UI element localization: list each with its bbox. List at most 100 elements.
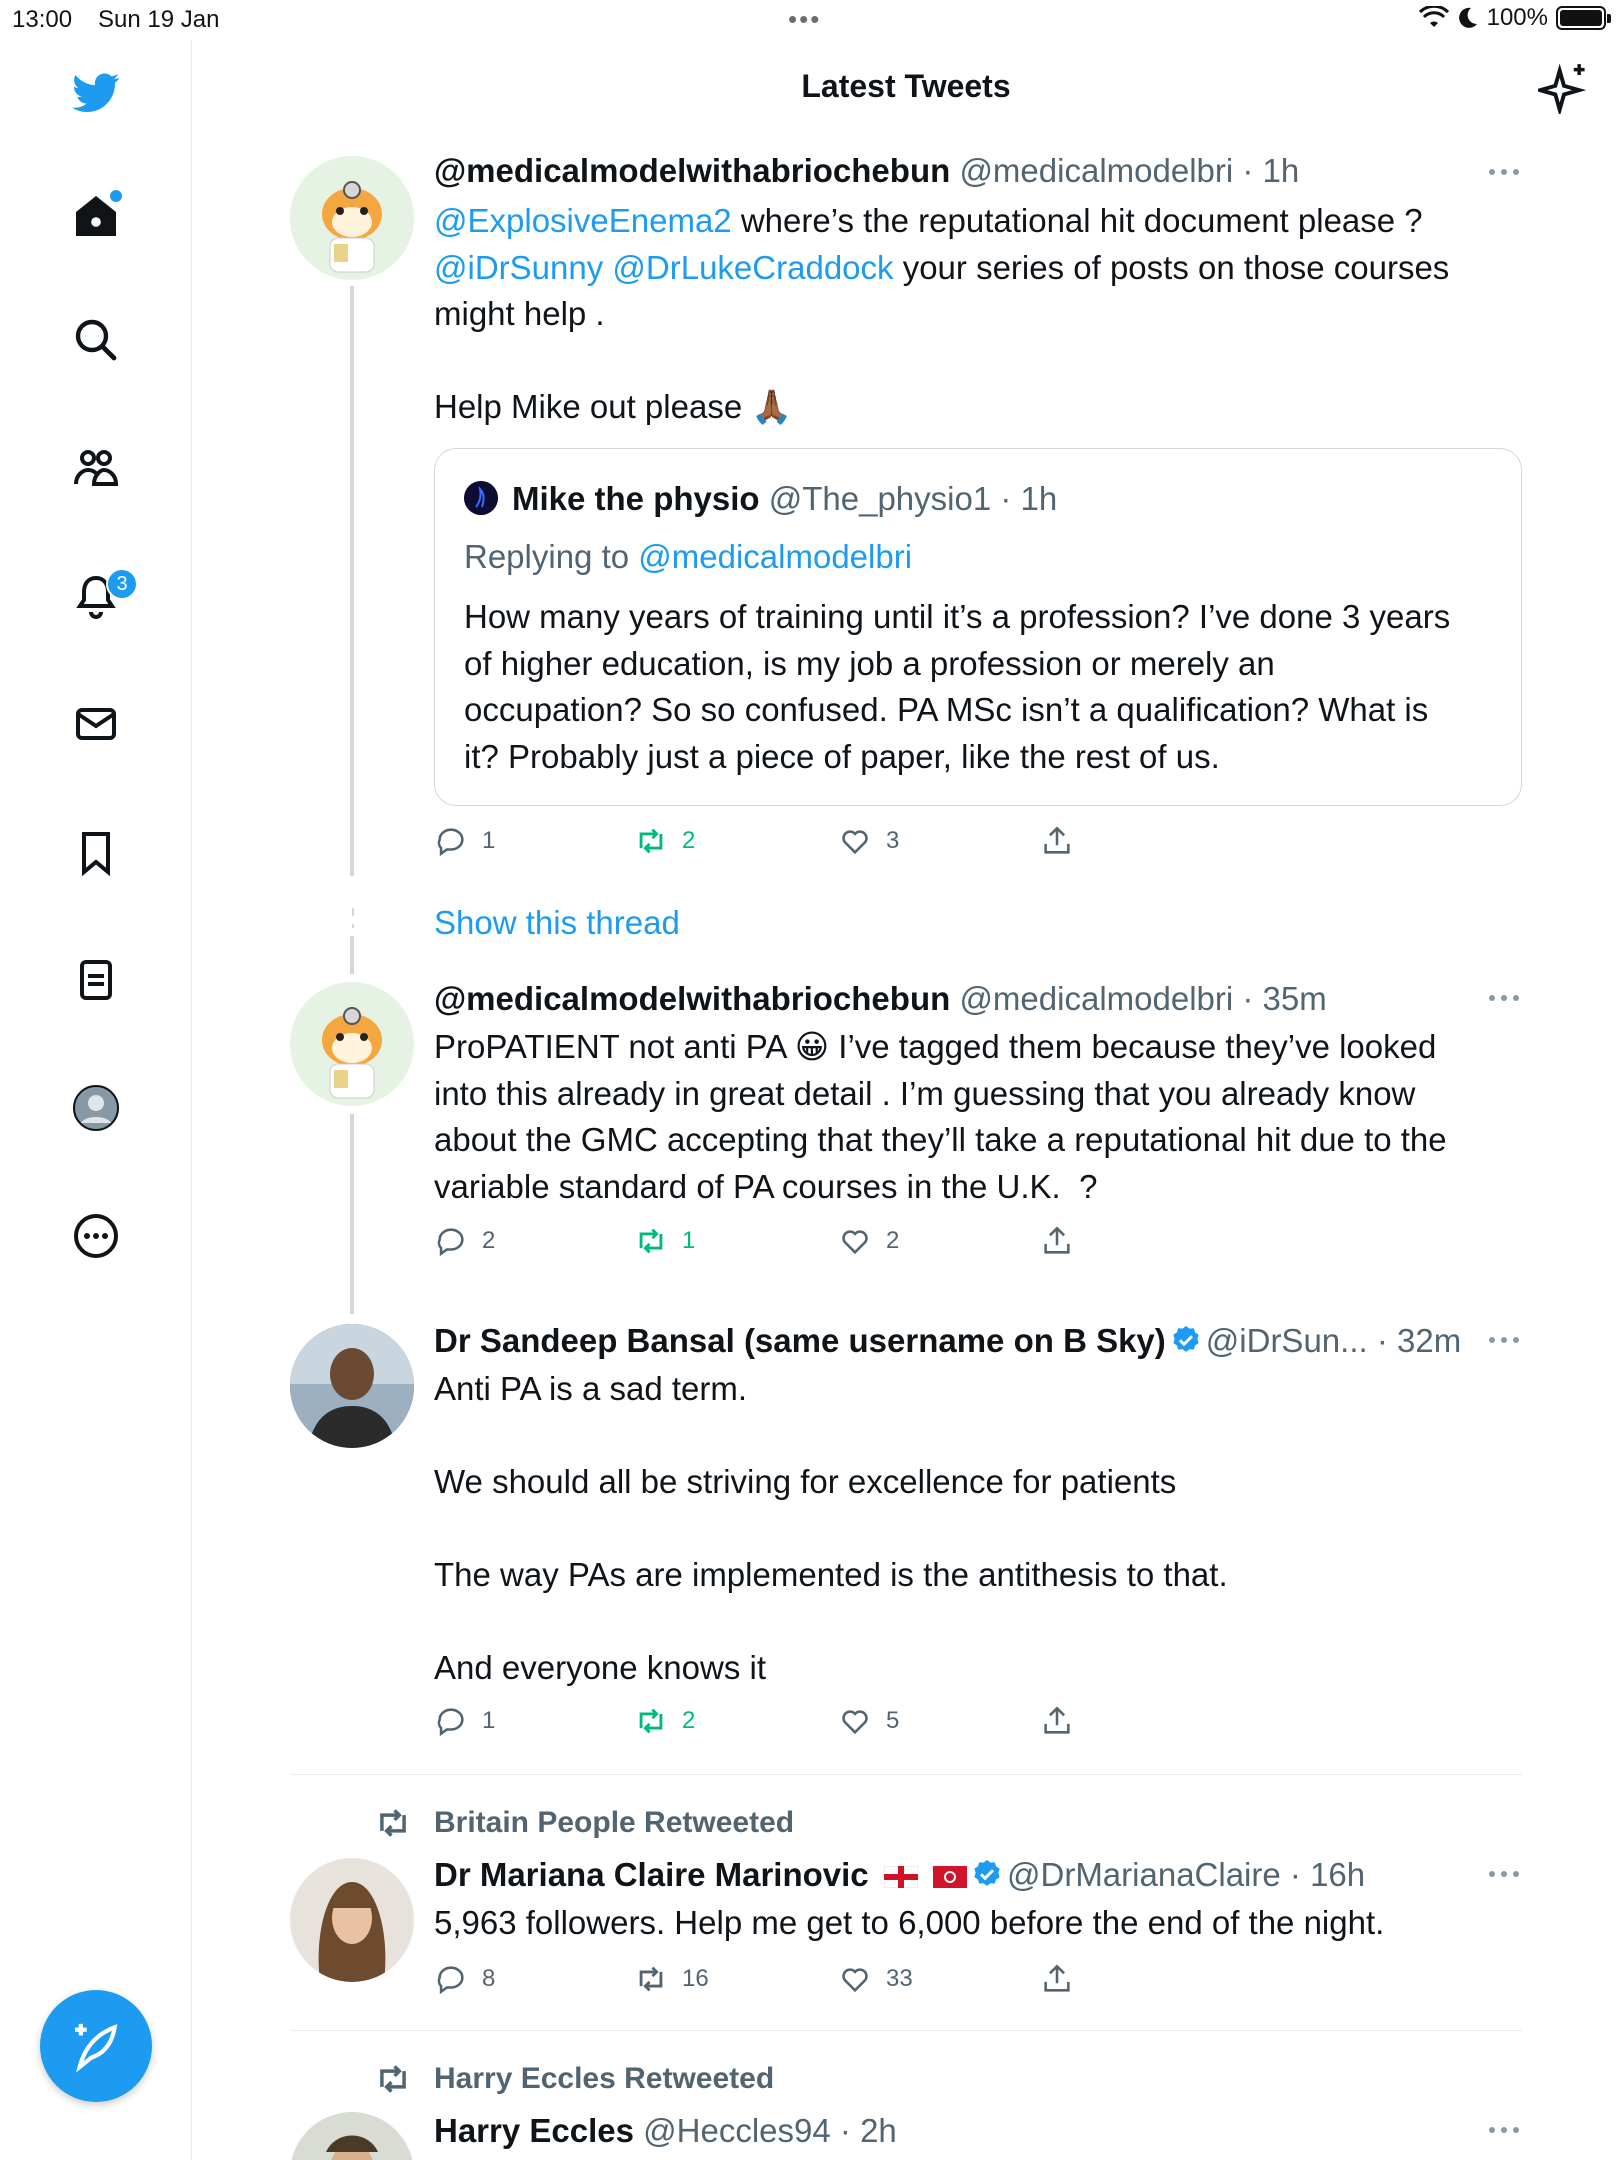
search-icon[interactable] xyxy=(68,312,124,368)
multitasking-dots-icon[interactable]: ••• xyxy=(788,4,821,35)
share-button[interactable] xyxy=(1040,824,1074,858)
twitter-logo-icon[interactable] xyxy=(68,64,124,120)
thread-dots xyxy=(352,924,354,928)
more-horizontal-icon[interactable] xyxy=(1484,1864,1524,1884)
share-icon xyxy=(1044,1964,1070,1992)
author-handle[interactable]: @Heccles94 xyxy=(643,2112,831,2149)
author-handle[interactable]: @DrMarianaClaire xyxy=(1007,1856,1281,1893)
wifi-icon xyxy=(1418,6,1449,27)
tweet-time[interactable]: · 1h xyxy=(1242,152,1299,189)
author-name[interactable]: @medicalmodelwithabriochebun xyxy=(434,152,950,189)
avatar[interactable] xyxy=(290,156,414,280)
share-button[interactable] xyxy=(1040,1704,1074,1738)
tweet-header: @medicalmodelwithabriochebun @medicalmod… xyxy=(434,152,1299,190)
communities-icon[interactable] xyxy=(68,440,124,496)
reply-icon xyxy=(437,1708,464,1737)
quote-time: · 1h xyxy=(1000,480,1058,517)
show-thread-link[interactable]: Show this thread xyxy=(434,900,680,947)
user-photo-avatar-icon xyxy=(290,1324,414,1448)
replying-to: Replying to @medicalmodelbri xyxy=(464,538,912,576)
retweet-button[interactable]: 2 xyxy=(634,1704,695,1738)
bookmarks-icon[interactable] xyxy=(68,824,124,880)
reply-count: 2 xyxy=(482,1227,496,1254)
author-name[interactable]: Dr Sandeep Bansal (same username on B Sk… xyxy=(434,1322,1166,1359)
more-horizontal-icon[interactable] xyxy=(1484,988,1524,1008)
status-time: 13:00 xyxy=(12,6,73,33)
quote-author-handle: @The_physio1 xyxy=(768,480,992,517)
tweet-actions: 8 16 33 xyxy=(434,1962,1134,2002)
mention-link[interactable]: @ExplosiveEnema2 xyxy=(434,202,732,239)
england-flag-icon xyxy=(883,1866,918,1888)
author-handle[interactable]: @iDrSun... xyxy=(1206,1322,1368,1359)
verified-badge-icon xyxy=(974,1860,1000,1886)
more-horizontal-icon[interactable] xyxy=(1484,2120,1524,2140)
messages-envelope-icon[interactable] xyxy=(68,696,124,752)
reply-button[interactable]: 1 xyxy=(434,1704,495,1738)
like-button[interactable]: 33 xyxy=(838,1962,913,1996)
lists-icon[interactable] xyxy=(68,952,124,1008)
more-horizontal-icon[interactable] xyxy=(1484,1330,1524,1350)
share-button[interactable] xyxy=(1040,1224,1074,1258)
replying-to-link[interactable]: @medicalmodelbri xyxy=(638,538,912,575)
like-count: 5 xyxy=(886,1707,900,1734)
avatar[interactable] xyxy=(290,982,414,1106)
like-button[interactable]: 3 xyxy=(838,824,899,858)
tweet-time[interactable]: · 35m xyxy=(1242,980,1326,1017)
reply-button[interactable]: 2 xyxy=(434,1224,495,1258)
author-name[interactable]: @medicalmodelwithabriochebun xyxy=(434,980,950,1017)
reply-button[interactable]: 8 xyxy=(434,1962,495,1996)
tweet-time[interactable]: · 32m xyxy=(1377,1322,1461,1359)
profile-avatar-icon[interactable] xyxy=(68,1080,124,1136)
hamster-doctor-avatar-icon xyxy=(290,982,414,1106)
status-date: Sun 19 Jan xyxy=(98,6,220,33)
more-options-icon[interactable] xyxy=(68,1208,124,1264)
tweet-time[interactable]: · 2h xyxy=(840,2112,897,2149)
share-icon xyxy=(1044,1706,1070,1734)
author-handle[interactable]: @medicalmodelbri xyxy=(959,152,1233,189)
tweet-text-segment: Help Mike out please 🙏🏾 xyxy=(434,388,793,425)
battery-icon xyxy=(1556,6,1611,30)
retweeted-icon xyxy=(380,2065,406,2093)
like-button[interactable]: 5 xyxy=(838,1704,899,1738)
heart-icon xyxy=(842,1230,868,1255)
retweeted-by-label[interactable]: Britain People Retweeted xyxy=(434,1806,794,1840)
like-count: 2 xyxy=(886,1227,900,1254)
retweet-count: 2 xyxy=(682,827,696,854)
reply-button[interactable]: 1 xyxy=(434,824,495,858)
avatar[interactable] xyxy=(290,2112,414,2160)
share-icon xyxy=(1044,826,1070,854)
page-title: Latest Tweets xyxy=(801,68,1011,104)
author-name[interactable]: Dr Mariana Claire Marinovic xyxy=(434,1856,869,1893)
tweet-text: Anti PA is a sad term. We should all be … xyxy=(434,1370,1228,1686)
status-bar: 13:00 Sun 19 Jan ••• 100% xyxy=(0,0,1620,40)
avatar[interactable] xyxy=(290,1324,414,1448)
quote-text: How many years of training until it’s a … xyxy=(464,598,1451,775)
share-button[interactable] xyxy=(1040,1962,1074,1996)
retweeted-by-label[interactable]: Harry Eccles Retweeted xyxy=(434,2062,774,2096)
like-button[interactable]: 2 xyxy=(838,1224,899,1258)
hamster-doctor-avatar-icon xyxy=(290,156,414,280)
retweet-count: 16 xyxy=(682,1965,709,1992)
tweet-time[interactable]: · 16h xyxy=(1290,1856,1365,1893)
reply-icon xyxy=(437,1228,464,1257)
sparkle-timeline-icon[interactable] xyxy=(1538,62,1590,114)
retweet-icon xyxy=(639,1708,663,1734)
like-count: 33 xyxy=(886,1965,913,1992)
mention-link[interactable]: @DrLukeCraddock xyxy=(612,249,893,286)
home-icon[interactable] xyxy=(68,188,124,244)
compose-tweet-button[interactable] xyxy=(40,1990,152,2102)
sidebar: 3 xyxy=(0,40,192,2160)
retweet-button[interactable]: 1 xyxy=(634,1224,695,1258)
verified-badge-icon xyxy=(1173,1326,1199,1352)
avatar[interactable] xyxy=(290,1858,414,1982)
tweet-text-segment: might help . xyxy=(434,295,605,332)
author-name[interactable]: Harry Eccles xyxy=(434,2112,634,2149)
retweet-count: 2 xyxy=(682,1707,696,1734)
more-horizontal-icon[interactable] xyxy=(1484,162,1524,182)
retweet-button[interactable]: 2 xyxy=(634,824,695,858)
notifications-bell-icon[interactable]: 3 xyxy=(68,568,138,624)
author-handle[interactable]: @medicalmodelbri xyxy=(959,980,1233,1017)
mention-link[interactable]: @iDrSunny xyxy=(434,249,603,286)
retweet-button[interactable]: 16 xyxy=(634,1962,709,1996)
tweet-text: 5,963 followers. Help me get to 6,000 be… xyxy=(434,1904,1385,1941)
